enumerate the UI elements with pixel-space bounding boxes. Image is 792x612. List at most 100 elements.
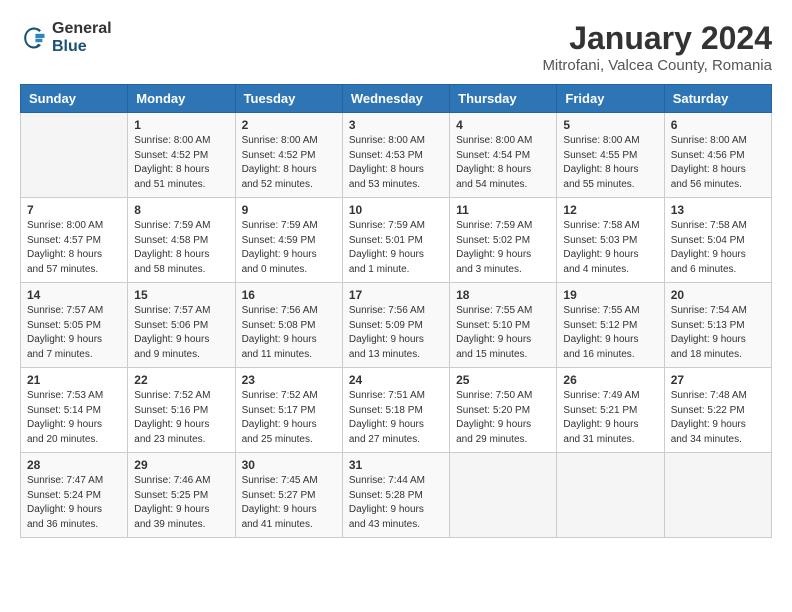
calendar-day-cell: 4 Sunrise: 8:00 AMSunset: 4:54 PMDaylight… xyxy=(450,113,557,198)
day-number: 17 xyxy=(349,288,443,302)
day-number: 13 xyxy=(671,203,765,217)
day-number: 11 xyxy=(456,203,550,217)
location-subtitle: Mitrofani, Valcea County, Romania xyxy=(542,57,772,74)
calendar-day-cell xyxy=(21,113,128,198)
day-number: 22 xyxy=(134,373,228,387)
day-info: Sunrise: 7:48 AMSunset: 5:22 PMDaylight:… xyxy=(671,389,765,447)
day-number: 20 xyxy=(671,288,765,302)
calendar-day-cell: 28 Sunrise: 7:47 AMSunset: 5:24 PMDayligh… xyxy=(21,453,128,538)
day-number: 24 xyxy=(349,373,443,387)
day-info: Sunrise: 7:59 AMSunset: 5:02 PMDaylight:… xyxy=(456,219,550,277)
day-number: 31 xyxy=(349,458,443,472)
day-number: 15 xyxy=(134,288,228,302)
day-number: 29 xyxy=(134,458,228,472)
calendar-day-cell: 25Sunrise: 7:50 AMSunset: 5:20 PMDayligh… xyxy=(450,368,557,453)
calendar-day-cell: 5 Sunrise: 8:00 AMSunset: 4:55 PMDaylight… xyxy=(557,113,664,198)
calendar-day-cell: 22 Sunrise: 7:52 AMSunset: 5:16 PMDayligh… xyxy=(128,368,235,453)
day-info: Sunrise: 7:59 AMSunset: 4:58 PMDaylight:… xyxy=(134,219,228,277)
calendar-week-row: 21Sunrise: 7:53 AMSunset: 5:14 PMDayligh… xyxy=(21,368,772,453)
day-info: Sunrise: 8:00 AMSunset: 4:54 PMDaylight:… xyxy=(456,134,550,192)
day-info: Sunrise: 8:00 AMSunset: 4:52 PMDaylight:… xyxy=(134,134,228,192)
logo: General Blue xyxy=(20,20,112,55)
day-number: 28 xyxy=(27,458,121,472)
day-number: 25 xyxy=(456,373,550,387)
day-info: Sunrise: 7:52 AMSunset: 5:16 PMDaylight:… xyxy=(134,389,228,447)
day-number: 19 xyxy=(563,288,657,302)
calendar-header-row: SundayMondayTuesdayWednesdayThursdayFrid… xyxy=(21,85,772,113)
day-info: Sunrise: 7:56 AMSunset: 5:09 PMDaylight:… xyxy=(349,304,443,362)
day-of-week-header: Thursday xyxy=(450,85,557,113)
title-section: January 2024 Mitrofani, Valcea County, R… xyxy=(542,20,772,74)
logo-icon xyxy=(20,24,48,52)
calendar-day-cell: 29 Sunrise: 7:46 AMSunset: 5:25 PMDayligh… xyxy=(128,453,235,538)
calendar-day-cell: 6Sunrise: 8:00 AMSunset: 4:56 PMDaylight… xyxy=(664,113,771,198)
day-number: 3 xyxy=(349,118,443,132)
day-info: Sunrise: 7:58 AMSunset: 5:04 PMDaylight:… xyxy=(671,219,765,277)
day-info: Sunrise: 8:00 AMSunset: 4:52 PMDaylight:… xyxy=(242,134,336,192)
day-info: Sunrise: 7:49 AMSunset: 5:21 PMDaylight:… xyxy=(563,389,657,447)
day-info: Sunrise: 7:59 AMSunset: 5:01 PMDaylight:… xyxy=(349,219,443,277)
day-of-week-header: Monday xyxy=(128,85,235,113)
calendar-day-cell: 24 Sunrise: 7:51 AMSunset: 5:18 PMDayligh… xyxy=(342,368,449,453)
day-info: Sunrise: 7:58 AMSunset: 5:03 PMDaylight:… xyxy=(563,219,657,277)
calendar-day-cell xyxy=(450,453,557,538)
day-number: 4 xyxy=(456,118,550,132)
calendar-day-cell xyxy=(557,453,664,538)
day-of-week-header: Tuesday xyxy=(235,85,342,113)
logo-blue-text: Blue xyxy=(52,38,112,56)
day-info: Sunrise: 7:46 AMSunset: 5:25 PMDaylight:… xyxy=(134,474,228,532)
day-info: Sunrise: 7:55 AMSunset: 5:10 PMDaylight:… xyxy=(456,304,550,362)
page-header: General Blue January 2024 Mitrofani, Val… xyxy=(20,20,772,74)
calendar-week-row: 1Sunrise: 8:00 AMSunset: 4:52 PMDaylight… xyxy=(21,113,772,198)
calendar-day-cell: 7Sunrise: 8:00 AMSunset: 4:57 PMDaylight… xyxy=(21,198,128,283)
day-of-week-header: Sunday xyxy=(21,85,128,113)
day-number: 27 xyxy=(671,373,765,387)
calendar-day-cell: 13 Sunrise: 7:58 AMSunset: 5:04 PMDayligh… xyxy=(664,198,771,283)
day-info: Sunrise: 8:00 AMSunset: 4:57 PMDaylight:… xyxy=(27,219,121,277)
calendar-week-row: 14 Sunrise: 7:57 AMSunset: 5:05 PMDayligh… xyxy=(21,283,772,368)
day-info: Sunrise: 8:00 AMSunset: 4:53 PMDaylight:… xyxy=(349,134,443,192)
day-info: Sunrise: 8:00 AMSunset: 4:55 PMDaylight:… xyxy=(563,134,657,192)
day-info: Sunrise: 7:57 AMSunset: 5:05 PMDaylight:… xyxy=(27,304,121,362)
day-number: 6 xyxy=(671,118,765,132)
calendar-day-cell: 30 Sunrise: 7:45 AMSunset: 5:27 PMDayligh… xyxy=(235,453,342,538)
day-info: Sunrise: 7:45 AMSunset: 5:27 PMDaylight:… xyxy=(242,474,336,532)
day-info: Sunrise: 7:56 AMSunset: 5:08 PMDaylight:… xyxy=(242,304,336,362)
logo-general-text: General xyxy=(52,20,112,38)
calendar-day-cell: 27 Sunrise: 7:48 AMSunset: 5:22 PMDayligh… xyxy=(664,368,771,453)
calendar-day-cell: 2Sunrise: 8:00 AMSunset: 4:52 PMDaylight… xyxy=(235,113,342,198)
day-info: Sunrise: 7:47 AMSunset: 5:24 PMDaylight:… xyxy=(27,474,121,532)
day-number: 5 xyxy=(563,118,657,132)
day-number: 18 xyxy=(456,288,550,302)
day-info: Sunrise: 7:55 AMSunset: 5:12 PMDaylight:… xyxy=(563,304,657,362)
day-number: 9 xyxy=(242,203,336,217)
calendar-day-cell: 26Sunrise: 7:49 AMSunset: 5:21 PMDayligh… xyxy=(557,368,664,453)
calendar-day-cell: 8 Sunrise: 7:59 AMSunset: 4:58 PMDaylight… xyxy=(128,198,235,283)
day-number: 14 xyxy=(27,288,121,302)
day-number: 23 xyxy=(242,373,336,387)
day-info: Sunrise: 7:53 AMSunset: 5:14 PMDaylight:… xyxy=(27,389,121,447)
day-info: Sunrise: 7:44 AMSunset: 5:28 PMDaylight:… xyxy=(349,474,443,532)
day-of-week-header: Wednesday xyxy=(342,85,449,113)
calendar-day-cell: 10Sunrise: 7:59 AMSunset: 5:01 PMDayligh… xyxy=(342,198,449,283)
day-of-week-header: Saturday xyxy=(664,85,771,113)
month-title: January 2024 xyxy=(542,20,772,57)
calendar-day-cell: 20Sunrise: 7:54 AMSunset: 5:13 PMDayligh… xyxy=(664,283,771,368)
calendar-day-cell: 19 Sunrise: 7:55 AMSunset: 5:12 PMDayligh… xyxy=(557,283,664,368)
calendar-table: SundayMondayTuesdayWednesdayThursdayFrid… xyxy=(20,84,772,538)
day-number: 30 xyxy=(242,458,336,472)
day-info: Sunrise: 7:52 AMSunset: 5:17 PMDaylight:… xyxy=(242,389,336,447)
calendar-day-cell: 31 Sunrise: 7:44 AMSunset: 5:28 PMDayligh… xyxy=(342,453,449,538)
logo-text: General Blue xyxy=(52,20,112,55)
calendar-day-cell: 1Sunrise: 8:00 AMSunset: 4:52 PMDaylight… xyxy=(128,113,235,198)
calendar-day-cell: 3 Sunrise: 8:00 AMSunset: 4:53 PMDaylight… xyxy=(342,113,449,198)
day-number: 8 xyxy=(134,203,228,217)
day-number: 12 xyxy=(563,203,657,217)
calendar-week-row: 7Sunrise: 8:00 AMSunset: 4:57 PMDaylight… xyxy=(21,198,772,283)
day-info: Sunrise: 7:57 AMSunset: 5:06 PMDaylight:… xyxy=(134,304,228,362)
day-info: Sunrise: 7:51 AMSunset: 5:18 PMDaylight:… xyxy=(349,389,443,447)
calendar-day-cell: 16Sunrise: 7:56 AMSunset: 5:08 PMDayligh… xyxy=(235,283,342,368)
calendar-day-cell: 14 Sunrise: 7:57 AMSunset: 5:05 PMDayligh… xyxy=(21,283,128,368)
calendar-day-cell xyxy=(664,453,771,538)
calendar-day-cell: 21Sunrise: 7:53 AMSunset: 5:14 PMDayligh… xyxy=(21,368,128,453)
